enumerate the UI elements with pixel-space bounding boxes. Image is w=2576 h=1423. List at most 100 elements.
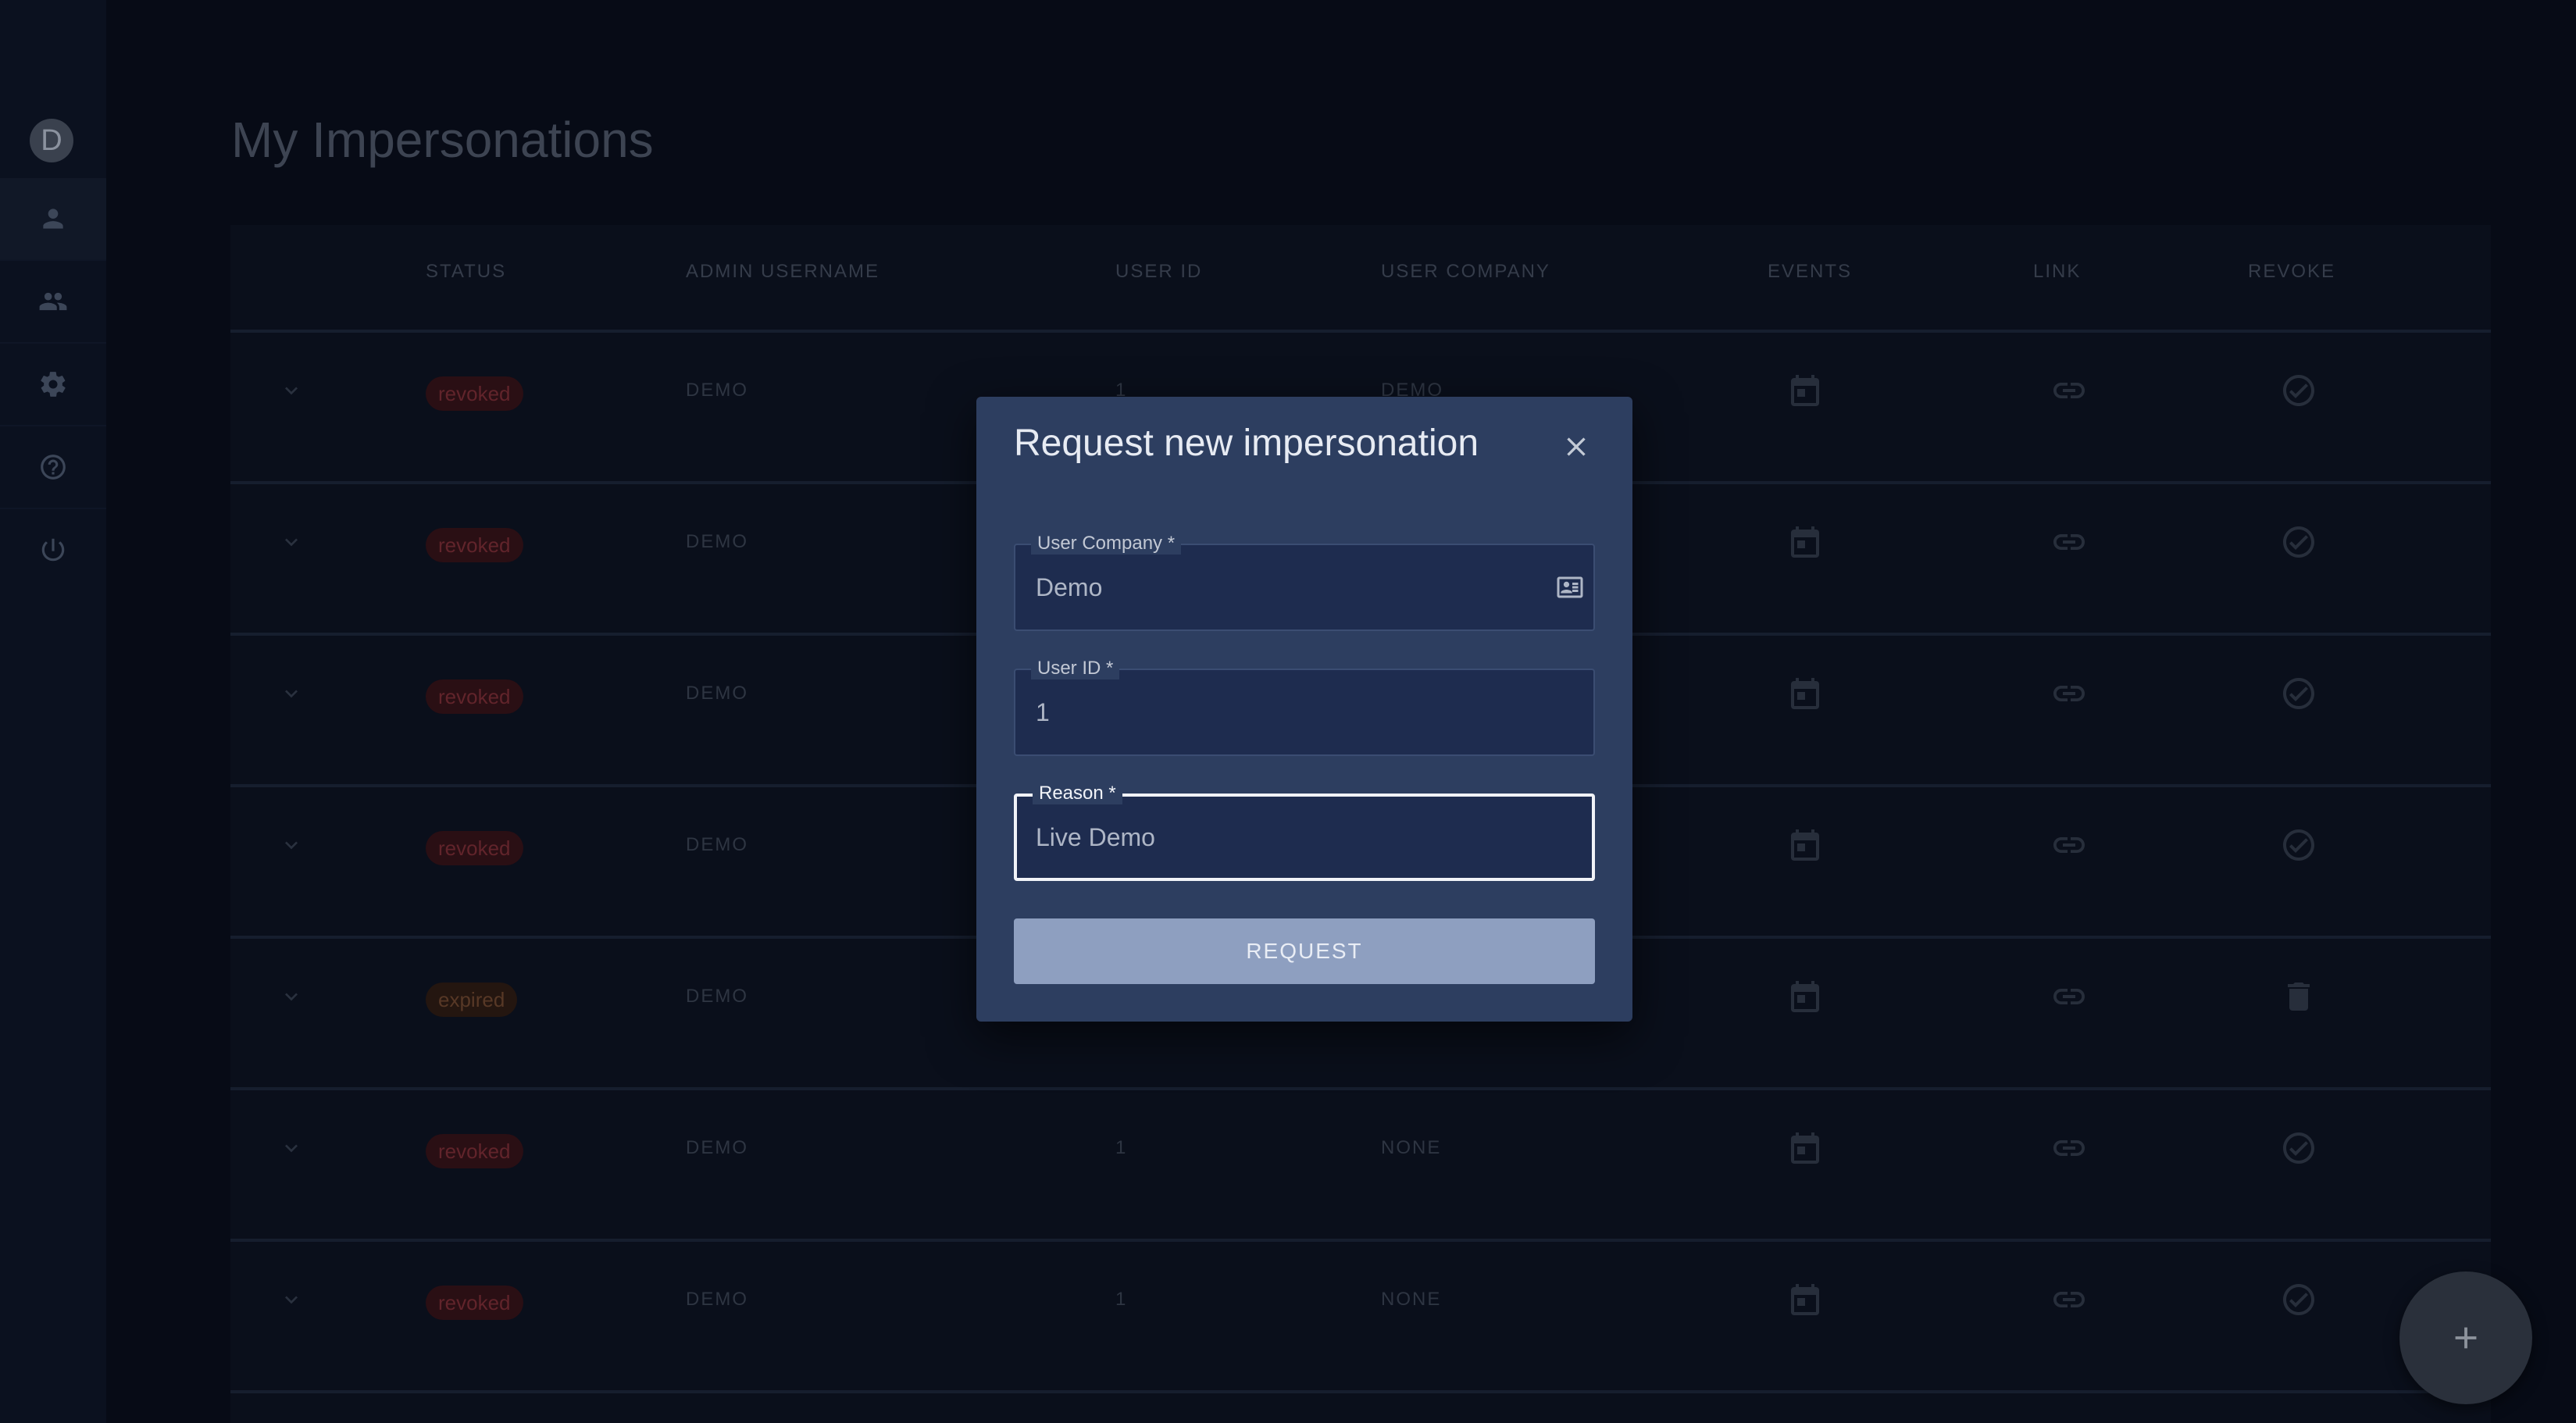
table-header: STATUS ADMIN USERNAME USER ID USER COMPA…: [230, 225, 2491, 333]
user-company-cell: NONE: [1381, 1289, 1442, 1310]
column-header-user-id[interactable]: USER ID: [1115, 261, 1202, 283]
link-icon: [2053, 1292, 2085, 1307]
column-header-admin-username[interactable]: ADMIN USERNAME: [686, 261, 879, 283]
status-badge: revoked: [426, 1134, 523, 1168]
events-button[interactable]: [1786, 978, 1824, 1015]
status-badge: revoked: [426, 831, 523, 865]
plus-icon: [2455, 1327, 2477, 1349]
link-button[interactable]: [2050, 675, 2088, 712]
contact-card-icon[interactable]: [1556, 573, 1584, 601]
revoke-button[interactable]: [2280, 675, 2317, 712]
expand-row-toggle[interactable]: [279, 833, 304, 858]
avatar[interactable]: D: [30, 119, 73, 162]
chevron-down-icon: [285, 993, 298, 1001]
reason-label: Reason *: [1033, 783, 1122, 804]
revoke-button[interactable]: [2280, 826, 2317, 864]
expand-row-toggle[interactable]: [279, 1287, 304, 1312]
events-button[interactable]: [1786, 826, 1824, 864]
expand-row-toggle[interactable]: [279, 984, 304, 1009]
admin-username-cell: DEMO: [686, 1289, 748, 1310]
user-id-field[interactable]: User ID * 1: [1014, 658, 1595, 756]
check-circle-icon: [2283, 1284, 2314, 1315]
link-button[interactable]: [2050, 372, 2088, 409]
link-icon: [2053, 534, 2085, 550]
sidebar-item-settings[interactable]: [0, 344, 106, 425]
chevron-down-icon: [285, 387, 298, 395]
link-icon: [2053, 1140, 2085, 1156]
column-header-revoke: REVOKE: [2248, 261, 2336, 282]
calendar-icon: [1791, 526, 1819, 558]
link-icon: [2053, 686, 2085, 701]
chevron-down-icon: [285, 1296, 298, 1304]
link-button[interactable]: [2050, 1281, 2088, 1318]
link-button[interactable]: [2050, 1129, 2088, 1167]
user-id-cell: 1: [1115, 1289, 1128, 1310]
revoke-button[interactable]: [2280, 1129, 2317, 1167]
status-badge: revoked: [426, 1286, 523, 1320]
link-button[interactable]: [2050, 826, 2088, 864]
reason-value[interactable]: Live Demo: [1036, 823, 1536, 852]
sidebar-item-help[interactable]: [0, 426, 106, 508]
user-id-value[interactable]: 1: [1036, 698, 1536, 727]
column-header-status[interactable]: STATUS: [426, 261, 506, 283]
calendar-icon: [1791, 375, 1819, 406]
expand-row-toggle[interactable]: [279, 530, 304, 555]
table-row[interactable]: revoked DEMO 1 NONE: [230, 1242, 2491, 1393]
chevron-down-icon: [285, 538, 298, 547]
status-badge: expired: [426, 983, 518, 1017]
expand-row-toggle[interactable]: [279, 681, 304, 706]
user-company-cell: NONE: [1381, 1137, 1442, 1158]
delete-button[interactable]: [2280, 978, 2317, 1015]
gear-icon: [41, 372, 66, 397]
sidebar-item-impersonations[interactable]: [0, 178, 106, 259]
add-impersonation-button[interactable]: [2399, 1271, 2532, 1404]
check-circle-icon: [2283, 829, 2314, 861]
page-title: My Impersonations: [231, 112, 654, 168]
expand-row-toggle[interactable]: [279, 1136, 304, 1161]
link-button[interactable]: [2050, 523, 2088, 561]
calendar-icon: [1791, 678, 1819, 709]
check-circle-icon: [2283, 678, 2314, 709]
events-button[interactable]: [1786, 1281, 1824, 1318]
close-icon: [1567, 437, 1586, 456]
group-icon: [39, 292, 67, 311]
user-id-label: User ID *: [1031, 658, 1120, 679]
chevron-down-icon: [285, 1144, 298, 1153]
person-icon: [43, 209, 63, 229]
chevron-down-icon: [285, 841, 298, 850]
user-company-value[interactable]: Demo: [1036, 573, 1536, 602]
admin-username-cell: DEMO: [686, 531, 748, 552]
events-button[interactable]: [1786, 675, 1824, 712]
expand-row-toggle[interactable]: [279, 378, 304, 403]
link-icon: [2053, 837, 2085, 853]
admin-username-cell: DEMO: [686, 834, 748, 855]
calendar-icon: [1791, 829, 1819, 861]
user-company-field[interactable]: User Company * Demo: [1014, 533, 1595, 631]
admin-username-cell: DEMO: [686, 683, 748, 704]
events-button[interactable]: [1786, 372, 1824, 409]
sidebar-item-logout[interactable]: [0, 509, 106, 590]
help-icon: [41, 455, 66, 480]
chevron-down-icon: [285, 690, 298, 698]
sidebar-item-users[interactable]: [0, 261, 106, 342]
column-header-user-company[interactable]: USER COMPANY: [1381, 261, 1550, 283]
link-button[interactable]: [2050, 978, 2088, 1015]
calendar-icon: [1791, 981, 1819, 1012]
events-button[interactable]: [1786, 523, 1824, 561]
request-button[interactable]: REQUEST: [1014, 918, 1595, 984]
revoke-button[interactable]: [2280, 372, 2317, 409]
close-button[interactable]: [1556, 426, 1597, 467]
column-header-events: EVENTS: [1768, 261, 1853, 282]
table-row[interactable]: revoked DEMO 1 NONE: [230, 1090, 2491, 1242]
revoke-button[interactable]: [2280, 1281, 2317, 1318]
user-id-cell: 1: [1115, 1137, 1128, 1158]
dialog-title: Request new impersonation: [1014, 423, 1479, 464]
events-button[interactable]: [1786, 1129, 1824, 1167]
column-header-link: LINK: [2033, 261, 2082, 282]
admin-username-cell: DEMO: [686, 1137, 748, 1158]
request-impersonation-dialog: Request new impersonation User Company *…: [976, 397, 1632, 1022]
reason-field[interactable]: Reason * Live Demo: [1014, 783, 1595, 881]
revoke-button[interactable]: [2280, 523, 2317, 561]
status-badge: revoked: [426, 679, 523, 714]
trash-icon: [2288, 983, 2310, 1011]
